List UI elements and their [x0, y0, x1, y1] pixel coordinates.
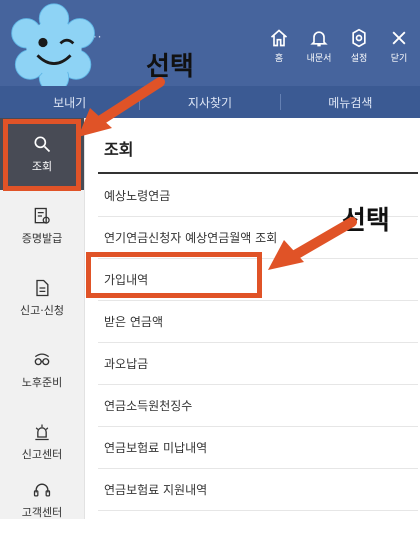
arrow-to-row	[285, 217, 357, 263]
annotation-arrows	[78, 77, 357, 270]
arrow-to-sidebar	[90, 77, 165, 129]
